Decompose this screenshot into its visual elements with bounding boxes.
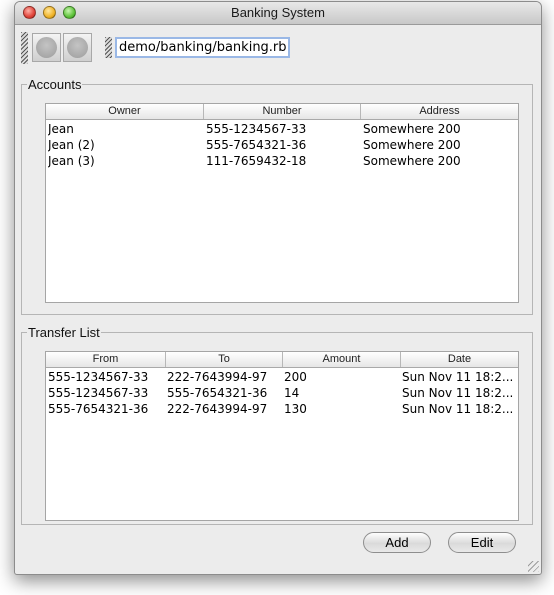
transfer-amount-cell[interactable]: 200 (284, 369, 400, 385)
transfers-column-from[interactable]: From (46, 352, 166, 367)
resize-grip-icon[interactable] (528, 561, 539, 572)
transfer-list-group-label: Transfer List (27, 325, 101, 340)
toolbar-grip-icon[interactable] (21, 32, 28, 64)
transfer-to-cell[interactable]: 222-7643994-97 (167, 401, 282, 417)
transfer-amount-cell[interactable]: 130 (284, 401, 400, 417)
toolbar-button-2[interactable] (63, 33, 92, 62)
transfer-date-cell[interactable]: Sun Nov 11 18:2... (402, 385, 517, 401)
account-owner-cell[interactable]: Jean (48, 121, 202, 137)
account-number-cell[interactable]: 555-1234567-33 (206, 121, 360, 137)
transfers-table-header: From To Amount Date (46, 352, 518, 368)
circle-button-icon (67, 37, 88, 58)
transfers-column-date[interactable]: Date (401, 352, 518, 367)
window-title: Banking System (231, 5, 325, 20)
file-path-field[interactable]: demo/banking/banking.rb (115, 37, 290, 58)
transfer-from-cell[interactable]: 555-1234567-33 (48, 369, 165, 385)
transfer-to-cell[interactable]: 222-7643994-97 (167, 369, 282, 385)
accounts-column-address[interactable]: Address (361, 104, 518, 119)
accounts-group-label: Accounts (27, 77, 83, 92)
account-address-cell[interactable]: Somewhere 200 (363, 153, 517, 169)
accounts-table-header: Owner Number Address (46, 104, 518, 120)
transfer-date-cell[interactable]: Sun Nov 11 18:2... (402, 401, 517, 417)
circle-button-icon (36, 37, 57, 58)
transfers-table[interactable]: From To Amount Date 555-1234567-33 222-7… (45, 351, 519, 521)
toolbar-button-1[interactable] (32, 33, 61, 62)
add-button[interactable]: Add (363, 532, 431, 553)
account-owner-cell[interactable]: Jean (2) (48, 137, 202, 153)
transfer-to-cell[interactable]: 555-7654321-36 (167, 385, 282, 401)
toolbar-grip-icon[interactable] (105, 37, 112, 58)
transfer-from-cell[interactable]: 555-7654321-36 (48, 401, 165, 417)
transfers-column-amount[interactable]: Amount (283, 352, 401, 367)
edit-button[interactable]: Edit (448, 532, 516, 553)
transfers-column-to[interactable]: To (166, 352, 283, 367)
account-number-cell[interactable]: 555-7654321-36 (206, 137, 360, 153)
transfer-date-cell[interactable]: Sun Nov 11 18:2... (402, 369, 517, 385)
accounts-table[interactable]: Owner Number Address Jean 555-1234567-33… (45, 103, 519, 303)
account-number-cell[interactable]: 111-7659432-18 (206, 153, 360, 169)
title-bar[interactable]: Banking System (15, 2, 541, 25)
transfer-amount-cell[interactable]: 14 (284, 385, 400, 401)
banking-window: Banking System demo/banking/banking.rb A… (14, 1, 542, 575)
account-address-cell[interactable]: Somewhere 200 (363, 137, 517, 153)
account-address-cell[interactable]: Somewhere 200 (363, 121, 517, 137)
accounts-column-number[interactable]: Number (204, 104, 361, 119)
accounts-column-owner[interactable]: Owner (46, 104, 204, 119)
account-owner-cell[interactable]: Jean (3) (48, 153, 202, 169)
transfer-from-cell[interactable]: 555-1234567-33 (48, 385, 165, 401)
